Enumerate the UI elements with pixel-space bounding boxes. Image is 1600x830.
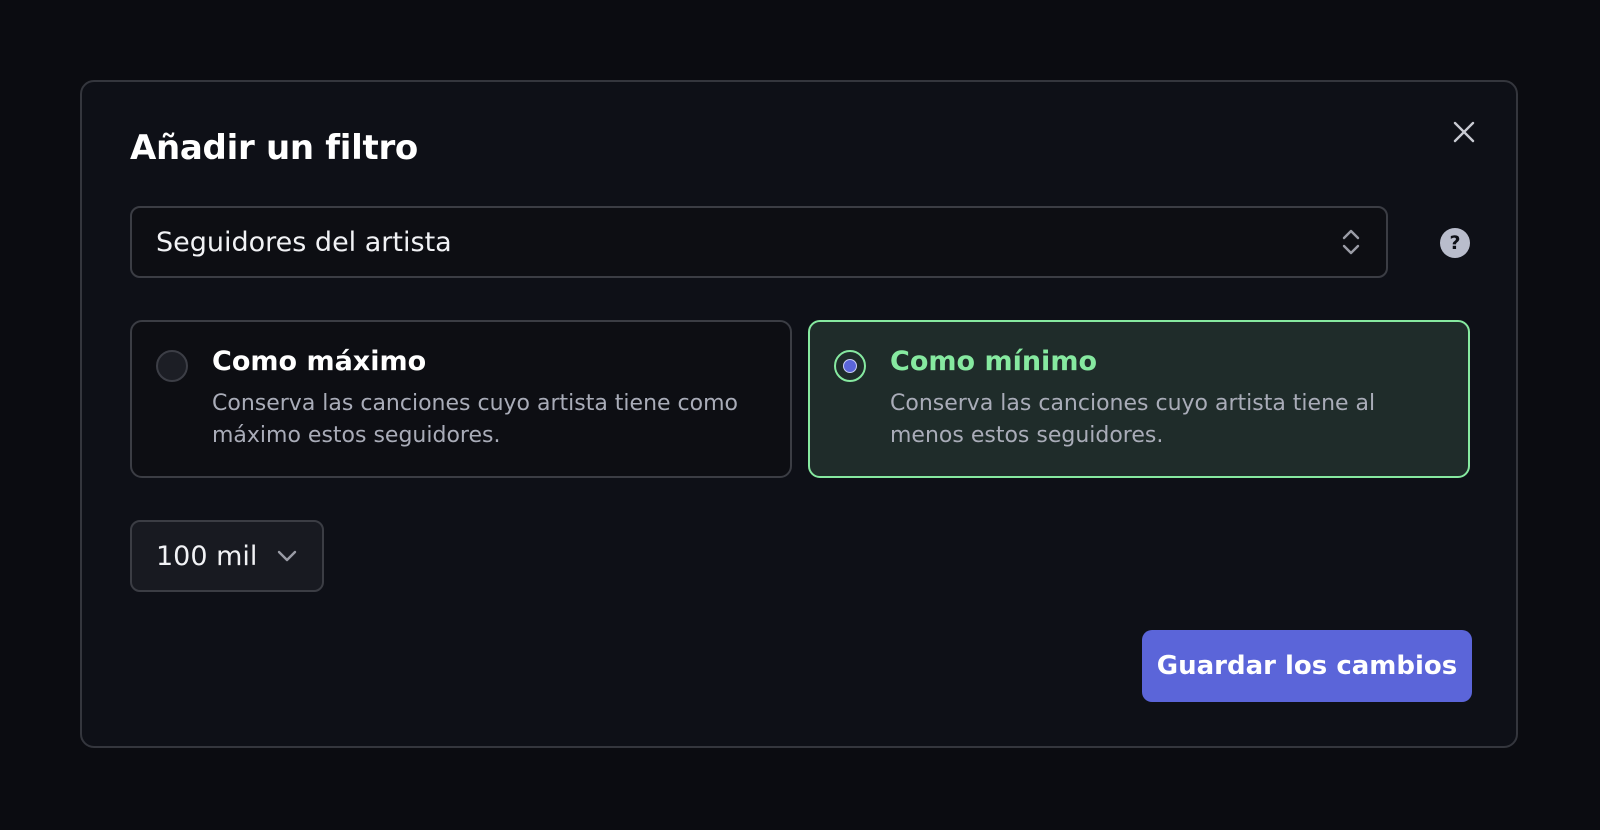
option-at-least-label: Como mínimo bbox=[890, 346, 1097, 377]
follower-amount-value: 100 mil bbox=[156, 540, 258, 572]
option-at-most-description: Conserva las canciones cuyo artista tien… bbox=[212, 391, 739, 448]
radio-button-at-least[interactable] bbox=[834, 350, 866, 382]
question-mark-icon[interactable]: ? bbox=[1440, 228, 1470, 258]
follower-amount-select[interactable]: 100 mil bbox=[130, 520, 324, 592]
option-at-most-label: Como máximo bbox=[212, 346, 427, 377]
dialog-title: Añadir un filtro bbox=[130, 128, 418, 168]
close-icon bbox=[1453, 121, 1475, 143]
option-at-most[interactable]: Como máximo Conserva las canciones cuyo … bbox=[130, 320, 792, 478]
add-filter-dialog: Añadir un filtro Seguidores del artista … bbox=[80, 80, 1518, 748]
option-at-least-description: Conserva las canciones cuyo artista tien… bbox=[890, 391, 1376, 448]
close-button[interactable] bbox=[1448, 116, 1480, 148]
radio-button-at-most[interactable] bbox=[156, 350, 188, 382]
chevron-up-down-icon bbox=[1340, 227, 1362, 257]
filter-type-value: Seguidores del artista bbox=[156, 226, 452, 258]
option-at-least[interactable]: Como mínimo Conserva las canciones cuyo … bbox=[808, 320, 1470, 478]
chevron-down-icon bbox=[277, 550, 297, 562]
save-changes-button[interactable]: Guardar los cambios bbox=[1142, 630, 1472, 702]
filter-type-select[interactable]: Seguidores del artista bbox=[130, 206, 1388, 278]
